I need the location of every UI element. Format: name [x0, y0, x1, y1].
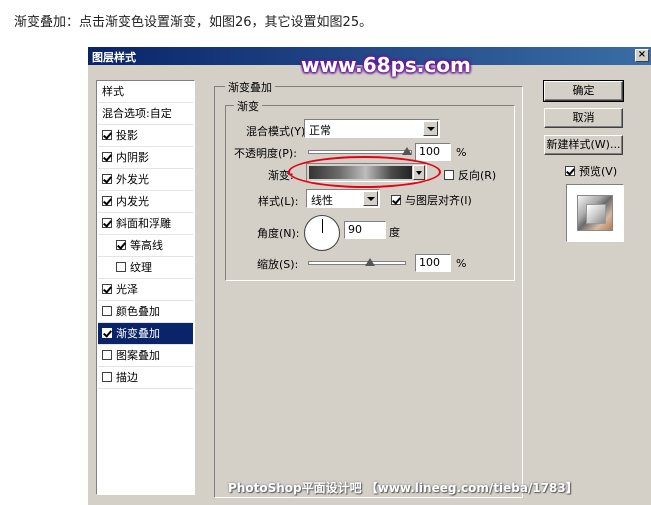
checkbox[interactable]	[102, 130, 112, 140]
gradient-subgroup-title: 渐变	[234, 98, 262, 114]
close-icon[interactable]: ×	[635, 49, 649, 62]
cancel-button[interactable]: 取消	[544, 108, 623, 128]
scale-unit: %	[456, 257, 467, 270]
style-item-contour[interactable]: 等高线	[98, 235, 193, 257]
style-list: 样式 混合选项:自定 投影 内阴影 外发光 内发光 斜面和浮雕 等高线 纹理 光…	[96, 80, 195, 495]
opacity-slider-thumb[interactable]	[402, 147, 412, 155]
align-checkbox[interactable]	[391, 195, 401, 205]
preview-thumbnail	[577, 195, 613, 231]
align-option[interactable]: 与图层对齐(I)	[391, 192, 472, 208]
checkbox[interactable]	[102, 350, 112, 360]
new-style-button[interactable]: 新建样式(W)...	[544, 135, 623, 155]
scale-slider-thumb[interactable]	[365, 258, 375, 266]
checkbox[interactable]	[102, 174, 112, 184]
angle-label: 角度(N):	[257, 227, 300, 240]
style-item-drop-shadow[interactable]: 投影	[98, 125, 193, 147]
checkbox[interactable]	[116, 262, 126, 272]
dialog-title: 图层样式	[92, 51, 136, 64]
style-item-label: 等高线	[130, 239, 163, 252]
style-item-inner-glow[interactable]: 内发光	[98, 191, 193, 213]
style-item-outer-glow[interactable]: 外发光	[98, 169, 193, 191]
style-item-label: 渐变叠加	[116, 327, 160, 340]
style-label: 样式(L):	[258, 195, 299, 208]
reverse-label: 反向(R)	[458, 169, 497, 182]
angle-input[interactable]: 90	[344, 221, 386, 239]
blend-options-item[interactable]: 混合选项:自定	[98, 103, 193, 125]
style-item-label: 投影	[116, 129, 138, 142]
checkbox[interactable]	[102, 196, 112, 206]
ok-button[interactable]: 确定	[543, 80, 624, 102]
checkbox[interactable]	[102, 152, 112, 162]
angle-dial[interactable]	[304, 215, 340, 251]
style-item-label: 光泽	[116, 283, 138, 296]
style-item-label: 纹理	[130, 261, 152, 274]
preview-label: 预览(V)	[579, 165, 618, 178]
align-label: 与图层对齐(I)	[405, 194, 472, 207]
checkbox[interactable]	[102, 218, 112, 228]
scale-label: 缩放(S):	[257, 258, 299, 271]
style-item-label: 内阴影	[116, 151, 149, 164]
angle-unit: 度	[389, 226, 400, 239]
gradient-overlay-title: 渐变叠加	[225, 79, 275, 95]
blend-mode-label: 混合模式(Y):	[246, 125, 310, 138]
chevron-down-icon[interactable]	[363, 191, 378, 206]
style-preview	[566, 184, 624, 242]
style-list-header[interactable]: 样式	[98, 81, 193, 103]
style-item-label: 斜面和浮雕	[116, 217, 171, 230]
opacity-slider[interactable]	[308, 150, 412, 154]
opacity-unit: %	[456, 146, 467, 159]
preview-option[interactable]: 预览(V)	[565, 163, 617, 179]
scale-slider[interactable]	[308, 261, 406, 265]
style-item-label: 描边	[116, 371, 138, 384]
style-select[interactable]: 线性	[306, 189, 380, 208]
blend-mode-value: 正常	[309, 124, 331, 137]
style-item-texture[interactable]: 纹理	[98, 257, 193, 279]
opacity-input[interactable]: 100	[415, 143, 451, 161]
reverse-checkbox[interactable]	[444, 170, 454, 180]
chevron-down-icon[interactable]	[423, 121, 438, 136]
style-item-label: 颜色叠加	[116, 305, 160, 318]
layer-style-dialog: 图层样式 × www.68ps.com 样式 混合选项:自定 投影 内阴影 外发…	[88, 47, 651, 505]
highlight-ellipse	[288, 156, 441, 188]
blend-mode-select[interactable]: 正常	[304, 119, 440, 138]
checkbox[interactable]	[102, 328, 112, 338]
style-item-satin[interactable]: 光泽	[98, 279, 193, 301]
opacity-label: 不透明度(P):	[234, 147, 297, 160]
reverse-option[interactable]: 反向(R)	[444, 167, 496, 183]
intro-text: 渐变叠加：点击渐变色设置渐变，如图26，其它设置如图25。	[14, 15, 373, 30]
style-value: 线性	[311, 194, 333, 207]
watermark-top: www.68ps.com	[301, 53, 471, 77]
style-item-inner-shadow[interactable]: 内阴影	[98, 147, 193, 169]
checkbox[interactable]	[102, 284, 112, 294]
style-item-pattern-overlay[interactable]: 图案叠加	[98, 345, 193, 367]
preview-checkbox[interactable]	[565, 166, 575, 176]
checkbox[interactable]	[116, 240, 126, 250]
style-item-gradient-overlay[interactable]: 渐变叠加	[98, 323, 193, 345]
style-item-stroke[interactable]: 描边	[98, 367, 193, 389]
style-item-bevel-emboss[interactable]: 斜面和浮雕	[98, 213, 193, 235]
checkbox[interactable]	[102, 306, 112, 316]
style-item-label: 外发光	[116, 173, 149, 186]
style-item-color-overlay[interactable]: 颜色叠加	[98, 301, 193, 323]
scale-input[interactable]: 100	[415, 254, 451, 272]
style-item-label: 内发光	[116, 195, 149, 208]
checkbox[interactable]	[102, 372, 112, 382]
watermark-bottom: PhotoShop平面设计吧 【www.lineeg.com/tieba/178…	[228, 481, 578, 495]
style-item-label: 图案叠加	[116, 349, 160, 362]
